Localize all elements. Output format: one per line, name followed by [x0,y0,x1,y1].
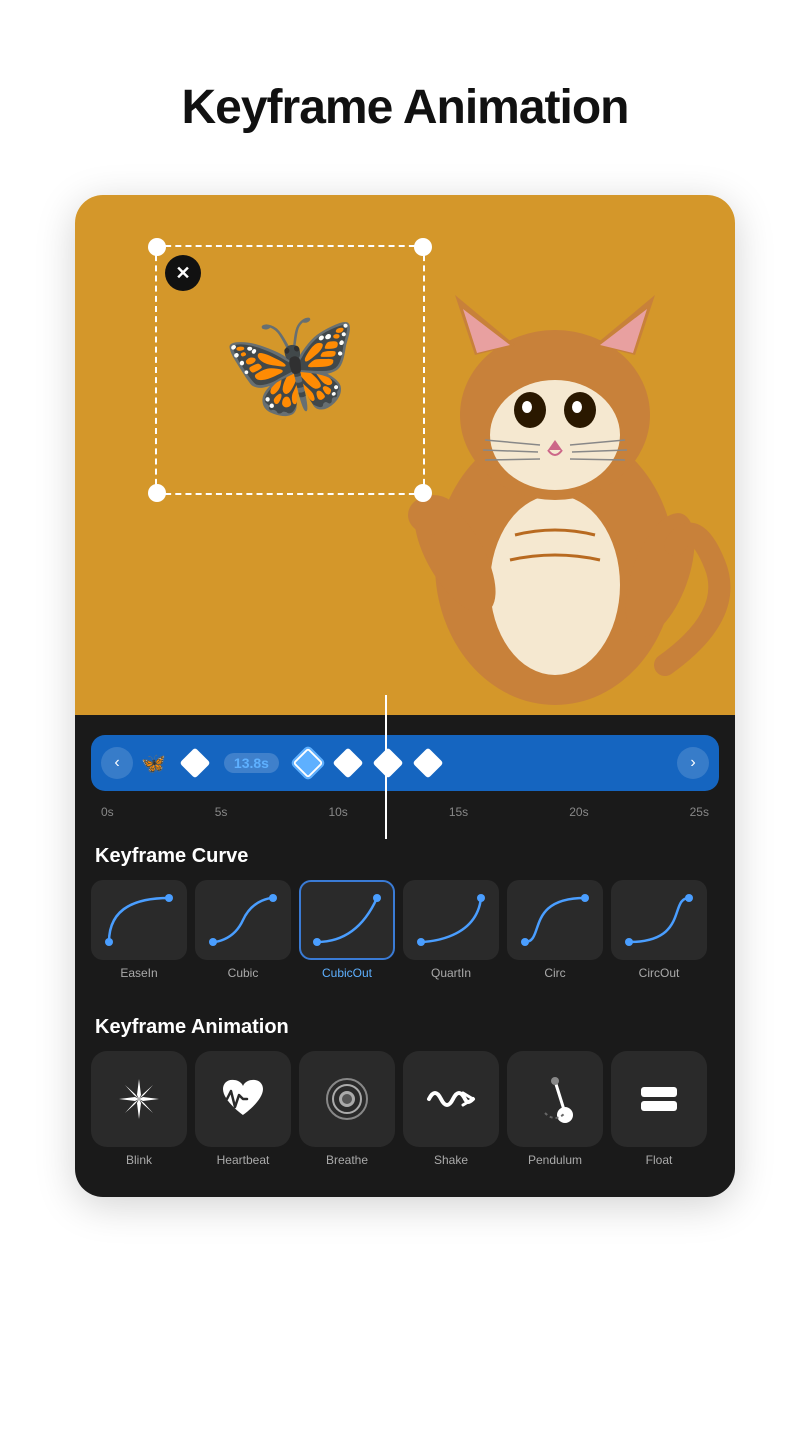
curve-circ-box [507,880,603,960]
handle-tl[interactable] [148,238,166,256]
timeline-time-badge: 13.8s [224,753,279,773]
keyframe-5[interactable] [412,747,443,778]
selection-box: ✕ 🦋 [155,245,425,495]
timeline-inner: 🦋 13.8s [133,751,677,776]
handle-tr[interactable] [414,238,432,256]
keyframe-animation-title: Keyframe Animation [75,1000,735,1051]
keyframe-1[interactable] [179,747,210,778]
time-5s: 5s [215,805,228,819]
keyframe-curve-section: Keyframe Curve EaseIn [75,829,735,1000]
anim-shake-box [403,1051,499,1147]
time-15s: 15s [449,805,468,819]
close-button[interactable]: ✕ [165,255,201,291]
anim-float-box [611,1051,707,1147]
timeline-track: ‹ 🦋 13.8s › [91,735,719,791]
keyframe-animation-section: Keyframe Animation [75,1000,735,1197]
anim-blink-label: Blink [126,1153,152,1167]
curve-easein-label: EaseIn [120,966,157,980]
curve-easein[interactable]: EaseIn [91,880,187,980]
anim-shake[interactable]: Shake [403,1051,499,1167]
time-ruler-inner: 0s 5s 10s 15s 20s 25s [91,805,719,819]
anim-shake-label: Shake [434,1153,468,1167]
keyframe-curve-title: Keyframe Curve [75,829,735,880]
curve-quartin-box [403,880,499,960]
curve-easein-box [91,880,187,960]
animation-grid: Blink Heartbeat [75,1051,735,1197]
time-20s: 20s [569,805,588,819]
keyframe-selected[interactable] [292,747,323,778]
page-title: Keyframe Animation [0,0,810,175]
curve-circ-label: Circ [544,966,565,980]
bottom-panel: ‹ 🦋 13.8s › 0s 5s 10s 15s 20 [75,715,735,1197]
anim-pendulum[interactable]: Pendulum [507,1051,603,1167]
anim-blink[interactable]: Blink [91,1051,187,1167]
curve-cubic-label: Cubic [228,966,259,980]
handle-bl[interactable] [148,484,166,502]
keyframe-3[interactable] [332,747,363,778]
anim-heartbeat-box [195,1051,291,1147]
timeline-prev-button[interactable]: ‹ [101,747,133,779]
time-25s: 25s [690,805,709,819]
anim-blink-box [91,1051,187,1147]
timeline-section: ‹ 🦋 13.8s › [75,715,735,799]
curve-cubicout-label: CubicOut [322,966,372,980]
keyframe-4[interactable] [372,747,403,778]
anim-float-label: Float [646,1153,673,1167]
curve-quartin-label: QuartIn [431,966,471,980]
anim-heartbeat[interactable]: Heartbeat [195,1051,291,1167]
timeline-next-button[interactable]: › [677,747,709,779]
curve-cubic-box [195,880,291,960]
anim-heartbeat-label: Heartbeat [217,1153,270,1167]
curve-cubicout[interactable]: CubicOut [299,880,395,980]
anim-breathe[interactable]: Breathe [299,1051,395,1167]
app-container: ✕ 🦋 ‹ 🦋 13.8s › [75,195,735,1197]
anim-breathe-label: Breathe [326,1153,368,1167]
handle-br[interactable] [414,484,432,502]
curve-circ[interactable]: Circ [507,880,603,980]
timeline-playhead [385,695,387,839]
curve-circout-label: CircOut [639,966,680,980]
curve-circout-box [611,880,707,960]
time-0s: 0s [101,805,114,819]
anim-pendulum-label: Pendulum [528,1153,582,1167]
curve-cubic[interactable]: Cubic [195,880,291,980]
anim-float[interactable]: Float [611,1051,707,1167]
curve-circout[interactable]: CircOut [611,880,707,980]
time-10s: 10s [328,805,347,819]
anim-breathe-box [299,1051,395,1147]
butterfly-sticker: 🦋 [222,310,359,420]
curve-grid: EaseIn Cubic [75,880,735,1000]
time-ruler: 0s 5s 10s 15s 20s 25s [75,799,735,829]
curve-cubicout-box [299,880,395,960]
canvas-area: ✕ 🦋 [75,195,735,715]
anim-pendulum-box [507,1051,603,1147]
curve-quartin[interactable]: QuartIn [403,880,499,980]
timeline-butterfly-icon: 🦋 [141,751,166,776]
